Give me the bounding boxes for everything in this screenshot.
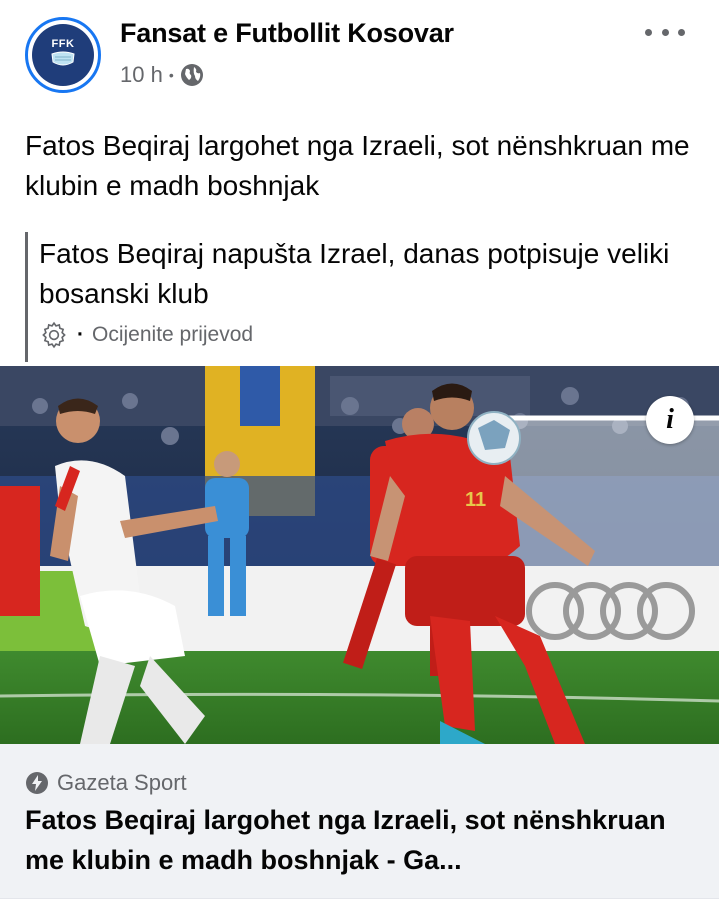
post-text: Fatos Beqiraj largohet nga Izraeli, sot …: [25, 130, 690, 201]
page-name-link[interactable]: Fansat e Futbollit Kosovar: [120, 18, 454, 49]
more-horizontal-icon: [645, 28, 652, 36]
translated-text: Fatos Beqiraj napušta Izrael, danas potp…: [39, 238, 670, 309]
translation-block: Fatos Beqiraj napušta Izrael, danas potp…: [25, 232, 705, 362]
link-source-name: Gazeta Sport: [57, 770, 187, 795]
rate-translation-row[interactable]: · Ocijenite prijevod: [39, 320, 705, 350]
meta-separator: •: [168, 67, 174, 83]
more-options-button[interactable]: [645, 20, 685, 44]
post-header: FFK Fansat e Futbollit Kosovar 10 h •: [0, 0, 719, 110]
face-mask-icon: [51, 51, 75, 66]
link-preview-card[interactable]: Gazeta Sport Fatos Beqiraj largohet nga …: [0, 744, 719, 898]
page-avatar[interactable]: FFK: [25, 17, 101, 93]
svg-text:11: 11: [465, 489, 486, 511]
avatar-logo-text: FFK: [51, 38, 75, 50]
globe-icon: [180, 64, 203, 86]
post-timestamp[interactable]: 10 h: [120, 62, 163, 88]
link-title[interactable]: Fatos Beqiraj largohet nga Izraeli, sot …: [25, 800, 705, 880]
link-source: Gazeta Sport: [25, 770, 187, 796]
post-footer-divider: [0, 898, 719, 923]
football-match-photo: 11: [0, 366, 719, 744]
image-info-button[interactable]: i: [646, 396, 694, 444]
gear-icon: [42, 321, 66, 349]
rate-separator: ·: [77, 323, 84, 346]
post-meta: 10 h •: [120, 62, 204, 88]
lightning-bolt-icon: [26, 772, 48, 794]
rate-translation-link[interactable]: Ocijenite prijevod: [92, 323, 253, 347]
post-photo[interactable]: 11 i: [0, 366, 719, 744]
